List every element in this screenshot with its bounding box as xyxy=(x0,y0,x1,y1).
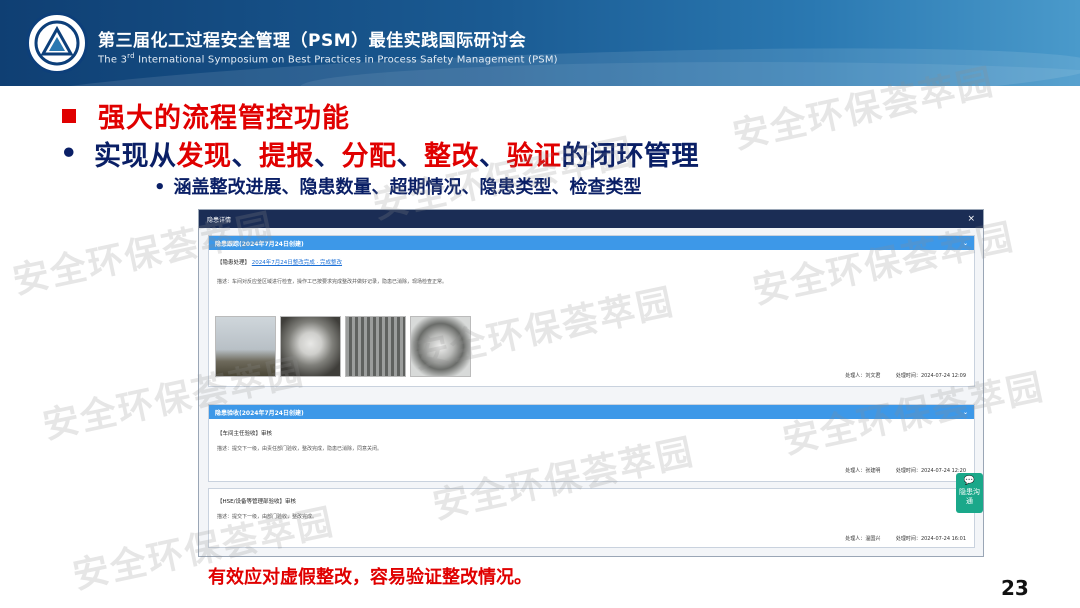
header-banner: 第三届化工过程安全管理（PSM）最佳实践国际研讨会 The 3rd Intern… xyxy=(0,0,1080,86)
hazard-chat-button[interactable]: 💬 隐患沟通 xyxy=(956,473,983,513)
summary-text: 有效应对虚假整改，容易验证整改情况。 xyxy=(208,567,532,588)
chevron-icon[interactable]: ⌄ xyxy=(963,409,968,416)
rectify-link[interactable]: 2024年7月24日整改完成 · 完成整改 xyxy=(252,260,342,266)
hazard-detail-dialog: 隐患详情 × 隐患跟踪(2024年7月24日创建) ⌄ 【隐患处理】 2024年7… xyxy=(198,209,984,557)
main-heading: 强大的流程管控功能 xyxy=(62,96,350,135)
photo-thumbnail[interactable] xyxy=(410,316,471,377)
dialog-title-bar: 隐患详情 × xyxy=(199,210,983,228)
hazard-acceptance-card: 隐患验收(2024年7月24日创建) ⌄ 【车间主任验收】审核 描述：提交下一级，… xyxy=(208,404,975,482)
card-sub: 【车间主任验收】审核 xyxy=(217,431,273,437)
dialog-title: 隐患详情 xyxy=(207,216,232,224)
sub-bullet: • 涵盖整改进展、隐患数量、超期情况、隐患类型、检查类型 xyxy=(154,177,642,198)
bullet-line: • 实现从 发现、提报、分配、整改、验证 的闭环管理 xyxy=(56,134,699,173)
card-header: 隐患验收(2024年7月24日创建) ⌄ xyxy=(209,405,974,419)
symposium-logo-icon xyxy=(26,12,88,74)
photo-thumbnail[interactable] xyxy=(280,316,341,377)
photo-gallery xyxy=(215,316,471,377)
photo-thumbnail[interactable] xyxy=(345,316,406,377)
card-footer: 处理人：刘文君 处理时间：2024-07-24 12:09 xyxy=(845,373,966,379)
card-desc: 描述：提交下一级，由部门验收，整改完成。 xyxy=(217,514,318,520)
card-footer: 处理人：张建明 处理时间：2024-07-24 12:20 xyxy=(845,468,966,474)
header-subtitle: The 3rd International Symposium on Best … xyxy=(98,52,558,66)
page-number: 23 xyxy=(1001,576,1029,600)
chevron-icon[interactable]: ⌄ xyxy=(963,240,968,247)
card-header: 隐患跟踪(2024年7月24日创建) ⌄ xyxy=(209,236,974,250)
card-sub: 【HSE/设备等管理部验收】审核 xyxy=(217,499,296,505)
bullet-dot-icon: • xyxy=(60,138,78,169)
card-desc: 描述：车间对反应釜区域进行检查，操作工已按要求完成整改并做好记录，隐患已消除，现… xyxy=(217,279,448,285)
header-title: 第三届化工过程安全管理（PSM）最佳实践国际研讨会 xyxy=(98,31,527,51)
card-sub: 【隐患处理】 2024年7月24日整改完成 · 完成整改 xyxy=(217,260,343,266)
close-icon[interactable]: × xyxy=(967,214,975,224)
photo-thumbnail[interactable] xyxy=(215,316,276,377)
card-desc: 描述：提交下一级，由责任部门验收，整改完成，隐患已消除，同意关闭。 xyxy=(217,446,383,452)
slide: 第三届化工过程安全管理（PSM）最佳实践国际研讨会 The 3rd Intern… xyxy=(0,0,1080,608)
red-square-bullet-icon xyxy=(62,108,76,123)
hse-acceptance-card: 【HSE/设备等管理部验收】审核 描述：提交下一级，由部门验收，整改完成。 处理… xyxy=(208,488,975,548)
sub-bullet-dot-icon: • xyxy=(154,177,166,198)
hazard-tracking-card: 隐患跟踪(2024年7月24日创建) ⌄ 【隐患处理】 2024年7月24日整改完… xyxy=(208,235,975,387)
card-footer: 处理人：温国兴 处理时间：2024-07-24 16:01 xyxy=(845,536,966,542)
chat-icon: 💬 xyxy=(963,476,976,486)
